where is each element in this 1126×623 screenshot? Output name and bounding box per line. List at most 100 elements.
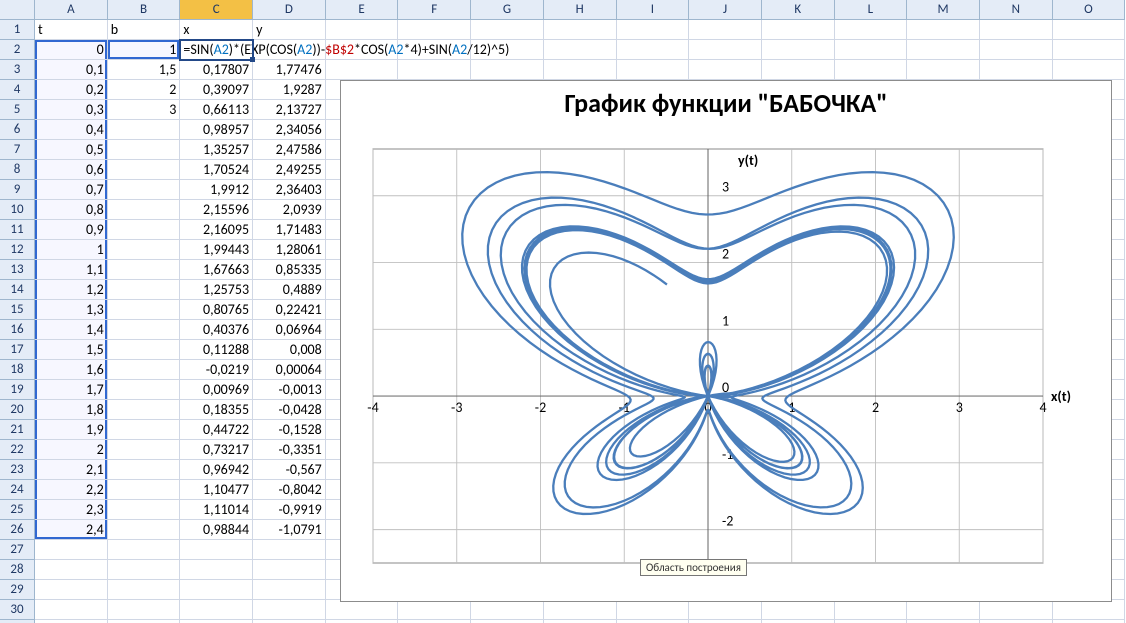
chart-plot-area[interactable]: -4-3-2-101234-2-10123y(t)x(t) xyxy=(361,125,1091,587)
cell-D11[interactable]: 1,71483 xyxy=(253,220,326,240)
cell-A22[interactable]: 2 xyxy=(35,440,108,460)
col-header-K[interactable]: K xyxy=(762,0,835,20)
cell-B7[interactable] xyxy=(108,140,181,160)
cell-B18[interactable] xyxy=(108,360,181,380)
cell-A2[interactable]: 0 xyxy=(35,40,108,60)
row-header-26[interactable]: 26 xyxy=(0,520,35,540)
cell-D10[interactable]: 2,0939 xyxy=(253,200,326,220)
cell-D3[interactable]: 1,77476 xyxy=(253,60,326,80)
cell-C9[interactable]: 1,9912 xyxy=(180,180,253,200)
cell-B11[interactable] xyxy=(108,220,181,240)
cell-K1[interactable] xyxy=(762,20,835,40)
row-header-13[interactable]: 13 xyxy=(0,260,35,280)
row-header-28[interactable]: 28 xyxy=(0,560,35,580)
cell-B12[interactable] xyxy=(108,240,181,260)
col-header-H[interactable]: H xyxy=(544,0,617,20)
row-header-11[interactable]: 11 xyxy=(0,220,35,240)
col-header-O[interactable]: O xyxy=(1053,0,1126,20)
cell-K3[interactable] xyxy=(762,60,835,80)
cell-C7[interactable]: 1,35257 xyxy=(180,140,253,160)
cell-A3[interactable]: 0,1 xyxy=(35,60,108,80)
cell-C1[interactable]: x xyxy=(180,20,253,40)
row-header-23[interactable]: 23 xyxy=(0,460,35,480)
row-header-4[interactable]: 4 xyxy=(0,80,35,100)
cell-B10[interactable] xyxy=(108,200,181,220)
row-header-7[interactable]: 7 xyxy=(0,140,35,160)
cell-O1[interactable] xyxy=(1053,20,1126,40)
cell-N1[interactable] xyxy=(980,20,1053,40)
cell-A8[interactable]: 0,6 xyxy=(35,160,108,180)
row-header-29[interactable]: 29 xyxy=(0,580,35,600)
cell-C14[interactable]: 1,25753 xyxy=(180,280,253,300)
cell-D16[interactable]: 0,06964 xyxy=(253,320,326,340)
embedded-chart[interactable]: График функции "БАБОЧКА" -4-3-2-101234-2… xyxy=(340,80,1112,602)
cell-O2[interactable] xyxy=(1053,40,1126,60)
cell-H1[interactable] xyxy=(544,20,617,40)
cell-C20[interactable]: 0,18355 xyxy=(180,400,253,420)
cell-A17[interactable]: 1,5 xyxy=(35,340,108,360)
row-header-3[interactable]: 3 xyxy=(0,60,35,80)
cell-B16[interactable] xyxy=(108,320,181,340)
cell-B15[interactable] xyxy=(108,300,181,320)
cell-B22[interactable] xyxy=(108,440,181,460)
cell-A6[interactable]: 0,4 xyxy=(35,120,108,140)
cell-B5[interactable]: 3 xyxy=(108,100,181,120)
cell-C26[interactable]: 0,98844 xyxy=(180,520,253,540)
cell-M3[interactable] xyxy=(907,60,980,80)
row-header-14[interactable]: 14 xyxy=(0,280,35,300)
cell-A25[interactable]: 2,3 xyxy=(35,500,108,520)
cell-D18[interactable]: 0,00064 xyxy=(253,360,326,380)
cell-D9[interactable]: 2,36403 xyxy=(253,180,326,200)
col-header-G[interactable]: G xyxy=(471,0,544,20)
cell-L3[interactable] xyxy=(835,60,908,80)
cell-D5[interactable]: 2,13727 xyxy=(253,100,326,120)
cell-A12[interactable]: 1 xyxy=(35,240,108,260)
cell-A21[interactable]: 1,9 xyxy=(35,420,108,440)
cell-C23[interactable]: 0,96942 xyxy=(180,460,253,480)
cell-A18[interactable]: 1,6 xyxy=(35,360,108,380)
col-header-L[interactable]: L xyxy=(835,0,908,20)
cell-C15[interactable]: 0,80765 xyxy=(180,300,253,320)
cell-B17[interactable] xyxy=(108,340,181,360)
cell-D4[interactable]: 1,9287 xyxy=(253,80,326,100)
cell-B9[interactable] xyxy=(108,180,181,200)
cell-B8[interactable] xyxy=(108,160,181,180)
row-header-30[interactable]: 30 xyxy=(0,600,35,620)
row-header-22[interactable]: 22 xyxy=(0,440,35,460)
cell-C2[interactable]: =SIN(A2)*(EXP(COS(A2))-$B$2*COS(A2*4)+SI… xyxy=(180,40,253,60)
row-header-8[interactable]: 8 xyxy=(0,160,35,180)
select-all-corner[interactable] xyxy=(0,0,35,20)
row-header-17[interactable]: 17 xyxy=(0,340,35,360)
col-header-N[interactable]: N xyxy=(980,0,1053,20)
cell-H3[interactable] xyxy=(544,60,617,80)
cell-A11[interactable]: 0,9 xyxy=(35,220,108,240)
cell-B19[interactable] xyxy=(108,380,181,400)
cell-H2[interactable] xyxy=(544,40,617,60)
row-header-1[interactable]: 1 xyxy=(0,20,35,40)
row-header-6[interactable]: 6 xyxy=(0,120,35,140)
cell-N3[interactable] xyxy=(980,60,1053,80)
cell-J3[interactable] xyxy=(689,60,762,80)
cell-A20[interactable]: 1,8 xyxy=(35,400,108,420)
col-header-M[interactable]: M xyxy=(907,0,980,20)
cell-B23[interactable] xyxy=(108,460,181,480)
cell-C25[interactable]: 1,11014 xyxy=(180,500,253,520)
cell-B4[interactable]: 2 xyxy=(108,80,181,100)
cell-B2[interactable]: 1 xyxy=(108,40,181,60)
row-header-16[interactable]: 16 xyxy=(0,320,35,340)
cell-D13[interactable]: 0,85335 xyxy=(253,260,326,280)
cell-A9[interactable]: 0,7 xyxy=(35,180,108,200)
cell-C13[interactable]: 1,67663 xyxy=(180,260,253,280)
cell-B21[interactable] xyxy=(108,420,181,440)
cell-C22[interactable]: 0,73217 xyxy=(180,440,253,460)
cell-D14[interactable]: 0,4889 xyxy=(253,280,326,300)
cell-I2[interactable] xyxy=(617,40,690,60)
cell-A4[interactable]: 0,2 xyxy=(35,80,108,100)
cell-E3[interactable] xyxy=(326,60,399,80)
cell-A7[interactable]: 0,5 xyxy=(35,140,108,160)
cell-A16[interactable]: 1,4 xyxy=(35,320,108,340)
cell-D25[interactable]: -0,9919 xyxy=(253,500,326,520)
cell-B14[interactable] xyxy=(108,280,181,300)
cell-F3[interactable] xyxy=(398,60,471,80)
cell-E1[interactable] xyxy=(326,20,399,40)
